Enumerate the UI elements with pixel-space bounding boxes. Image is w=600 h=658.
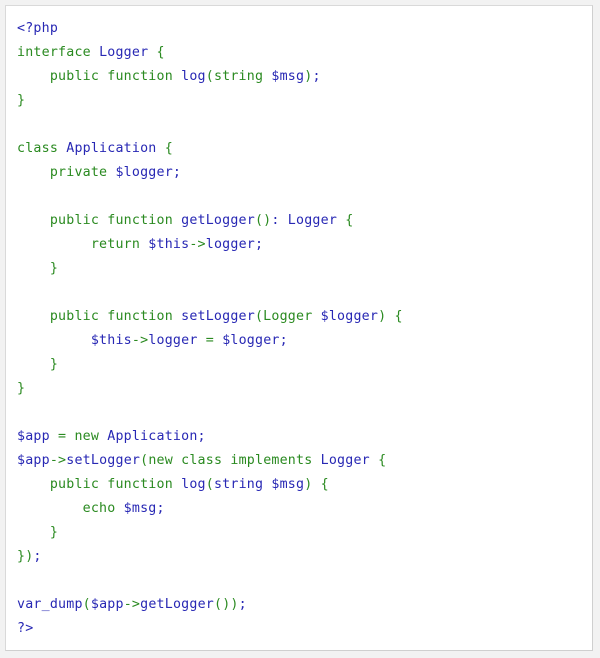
code-block: <?php interface Logger { public function … [5,5,593,651]
code-line: ?> [17,617,403,641]
code-token-keyword: { [378,453,387,468]
code-token-identifier: $app [17,453,50,468]
code-token-identifier: var_dump [17,597,83,612]
code-line: private $logger; [17,161,403,185]
code-token-identifier: $msg; [123,501,165,516]
code-token-identifier: setLogger [181,309,255,324]
code-token-identifier: ; [238,597,247,612]
code-token-identifier: $app [90,597,124,612]
code-token-keyword: () [254,213,272,228]
code-token-identifier: Application [66,141,165,156]
code-token-keyword: ) { [304,477,329,492]
code-token-identifier: Logger [320,453,379,468]
code-token-identifier: : Logger [271,213,346,228]
code-token-identifier: log [181,69,206,84]
code-line: echo $msg; [17,497,403,521]
code-token-keyword: { [156,45,165,60]
code-token-keyword: } [17,525,59,540]
code-line: } [17,521,403,545]
code-token-keyword: ( [205,477,214,492]
code-line: <?php [17,17,403,41]
code-token-keyword: } [17,93,26,108]
code-line: } [17,377,403,401]
code-token-keyword: }) [17,549,34,564]
code-token-keyword: (new class implements [140,453,321,468]
code-token-identifier: string $msg [213,477,305,492]
code-token-keyword: -> [123,597,141,612]
code-token-keyword: -> [131,333,149,348]
code-token-keyword: ()) [213,597,239,612]
php-source-code: <?php interface Logger { public function … [17,17,403,641]
code-token-identifier: $this [17,333,132,348]
code-token-keyword: -> [189,237,206,252]
code-line: } [17,353,403,377]
code-token-identifier: logger; [205,237,264,252]
code-token-identifier: <?php [17,21,59,36]
code-token-keyword: public function [17,213,182,228]
code-token-identifier: log [181,477,206,492]
code-line: } [17,257,403,281]
code-token-keyword: public function [17,309,182,324]
code-token-identifier: getLogger [140,597,214,612]
code-token-keyword: } [17,381,26,396]
code-line: $this->logger = $logger; [17,329,403,353]
code-token-identifier: logger [148,333,206,348]
code-line: } [17,89,403,113]
code-line: interface Logger { [17,41,403,65]
code-token-keyword: (string [205,69,272,84]
code-line: $app->setLogger(new class implements Log… [17,449,403,473]
code-line: public function log(string $msg); [17,65,403,89]
code-token-identifier: ?> [17,621,34,636]
code-line: var_dump($app->getLogger()); [17,593,403,617]
code-line: }); [17,545,403,569]
code-line: public function log(string $msg) { [17,473,403,497]
code-token-keyword: { [164,141,173,156]
code-token-keyword: interface [17,45,100,60]
code-line: $app = new Application; [17,425,403,449]
code-token-keyword: class [17,141,67,156]
code-token-identifier: $msg [271,69,305,84]
code-token-identifier: $logger [320,309,379,324]
code-line: public function setLogger(Logger $logger… [17,305,403,329]
code-token-identifier: $logger; [222,333,288,348]
code-token-keyword: } [17,261,59,276]
code-token-keyword: private [17,165,116,180]
code-token-keyword: = [205,333,223,348]
code-line: class Application { [17,137,403,161]
code-token-keyword: public function [17,69,182,84]
code-token-keyword: public function [17,477,182,492]
code-token-identifier: $this [148,237,190,252]
code-token-keyword: (Logger [254,309,321,324]
code-token-keyword: return [17,237,149,252]
code-line: return $this->logger; [17,233,403,257]
code-token-keyword: ( [82,597,91,612]
code-token-keyword: -> [49,453,67,468]
code-token-keyword: ) { [378,309,403,324]
code-token-keyword: echo [17,501,124,516]
code-token-identifier: setLogger [66,453,141,468]
code-token-identifier: Application; [107,429,206,444]
code-token-keyword: = new [58,429,108,444]
code-token-identifier: $logger; [115,165,182,180]
code-token-identifier: $app [17,429,59,444]
code-token-identifier: getLogger [181,213,255,228]
code-token-keyword: { [345,213,354,228]
code-token-identifier: ; [33,549,42,564]
code-line: public function getLogger(): Logger { [17,209,403,233]
code-token-identifier: Logger [99,45,157,60]
code-token-keyword: } [17,357,59,372]
code-token-identifier: ; [312,69,321,84]
